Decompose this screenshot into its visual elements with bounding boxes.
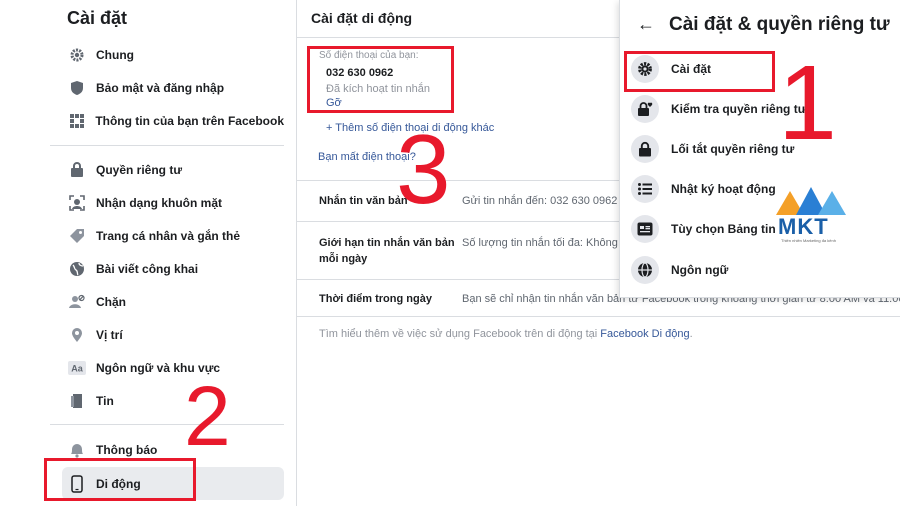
menu-item-language[interactable]: Ngôn ngữ [631, 253, 893, 287]
sidebar-item-label: Chặn [96, 295, 126, 309]
sidebar-divider [50, 424, 284, 425]
sidebar-item-general[interactable]: Chung [62, 40, 284, 70]
tag-icon [66, 225, 88, 247]
daily-limit-label: Giới hạn tin nhắn văn bản mỗi ngày [319, 237, 455, 265]
sidebar-item-face-recognition[interactable]: Nhận dạng khuôn mặt [62, 188, 284, 218]
sidebar-item-label: Nhận dạng khuôn mặt [96, 196, 222, 210]
sidebar-item-label: Chung [96, 48, 134, 62]
step-number-two: 2 [184, 369, 231, 463]
sidebar-item-security[interactable]: Bảo mật và đăng nhập [62, 73, 284, 103]
menu-item-label: Ngôn ngữ [671, 263, 729, 277]
menu-item-privacy-checkup[interactable]: Kiểm tra quyền riêng tư [631, 92, 893, 126]
list-icon [631, 175, 659, 203]
sidebar-item-blocking[interactable]: Chặn [62, 287, 284, 317]
menu-item-news-feed-preferences[interactable]: Tùy chọn Bảng tin [631, 212, 893, 246]
learn-more-text: Tìm hiểu thêm về việc sử dụng Facebook t… [319, 328, 693, 340]
book-icon [66, 390, 88, 412]
language-icon: Aa [66, 357, 88, 379]
step-number-one: 1 [778, 44, 837, 162]
highlight-mobile-item [44, 458, 196, 501]
lock-person-icon [66, 159, 88, 181]
sidebar-item-location[interactable]: Vị trí [62, 320, 284, 350]
globe-icon [66, 258, 88, 280]
mkt-logo-tagline: Thiên nhiên Marketing đa kênh [781, 238, 836, 243]
feed-icon [631, 215, 659, 243]
globe-icon [631, 256, 659, 284]
svg-text:Aa: Aa [71, 364, 83, 374]
sidebar-item-label: Trang cá nhân và gắn thẻ [96, 229, 241, 243]
time-of-day-label: Thời điểm trong ngày [319, 293, 432, 305]
settings-sidebar: Cài đặt Chung Bảo mật và đăng nhập Thông… [50, 0, 290, 506]
mkt-logo-text: MKT [778, 214, 829, 239]
row-divider [297, 316, 900, 317]
back-arrow-icon[interactable]: ← [637, 14, 655, 35]
sidebar-item-profile-tagging[interactable]: Trang cá nhân và gắn thẻ [62, 221, 284, 251]
sidebar-item-privacy[interactable]: Quyền riêng tư [62, 155, 284, 185]
sidebar-item-label: Vị trí [96, 328, 123, 342]
menu-title: Cài đặt & quyền riêng tư [669, 14, 890, 35]
menu-item-label: Lối tắt quyền riêng tư [671, 142, 795, 156]
step-number-three: 3 [396, 114, 451, 224]
daily-limit-value[interactable]: Số lượng tin nhắn tối đa: Không [462, 237, 618, 249]
sidebar-item-stories[interactable]: Tin [62, 386, 284, 416]
sidebar-title: Cài đặt [67, 8, 128, 28]
sidebar-item-language-region[interactable]: Aa Ngôn ngữ và khu vực [62, 353, 284, 383]
sidebar-item-label: Tin [96, 394, 114, 408]
face-icon [66, 192, 88, 214]
block-user-icon [66, 291, 88, 313]
facebook-mobile-link[interactable]: Facebook Di động [600, 328, 689, 340]
sidebar-item-label: Thông báo [96, 443, 158, 457]
menu-item-privacy-shortcuts[interactable]: Lối tắt quyền riêng tư [631, 132, 893, 166]
sidebar-item-label: Quyền riêng tư [96, 163, 183, 177]
sidebar-divider [50, 145, 284, 146]
menu-item-label: Nhật ký hoạt động [671, 182, 776, 196]
text-messaging-label: Nhắn tin văn bản [319, 195, 408, 207]
highlight-phone-number [307, 46, 454, 113]
sidebar-item-your-information[interactable]: Thông tin của bạn trên Facebook [62, 106, 284, 136]
sidebar-item-public-posts[interactable]: Bài viết công khai [62, 254, 284, 284]
grid-icon [66, 110, 87, 132]
highlight-settings-item [624, 51, 775, 92]
pin-icon [66, 324, 88, 346]
shield-icon [66, 77, 88, 99]
menu-item-activity-log[interactable]: Nhật ký hoạt động [631, 172, 893, 206]
sidebar-item-label: Thông tin của bạn trên Facebook [95, 114, 284, 128]
settings-privacy-menu: ← Cài đặt & quyền riêng tư Cài đặt Kiểm … [619, 0, 900, 298]
page-title: Cài đặt di động [311, 10, 413, 26]
text-messaging-value[interactable]: Gửi tin nhắn đến: 032 630 0962 [462, 195, 617, 207]
gear-icon [66, 44, 88, 66]
lock-icon [631, 135, 659, 163]
sidebar-item-label: Bài viết công khai [96, 262, 199, 276]
lock-heart-icon [631, 95, 659, 123]
sidebar-item-label: Bảo mật và đăng nhập [96, 81, 225, 95]
menu-item-label: Tùy chọn Bảng tin [671, 222, 776, 236]
